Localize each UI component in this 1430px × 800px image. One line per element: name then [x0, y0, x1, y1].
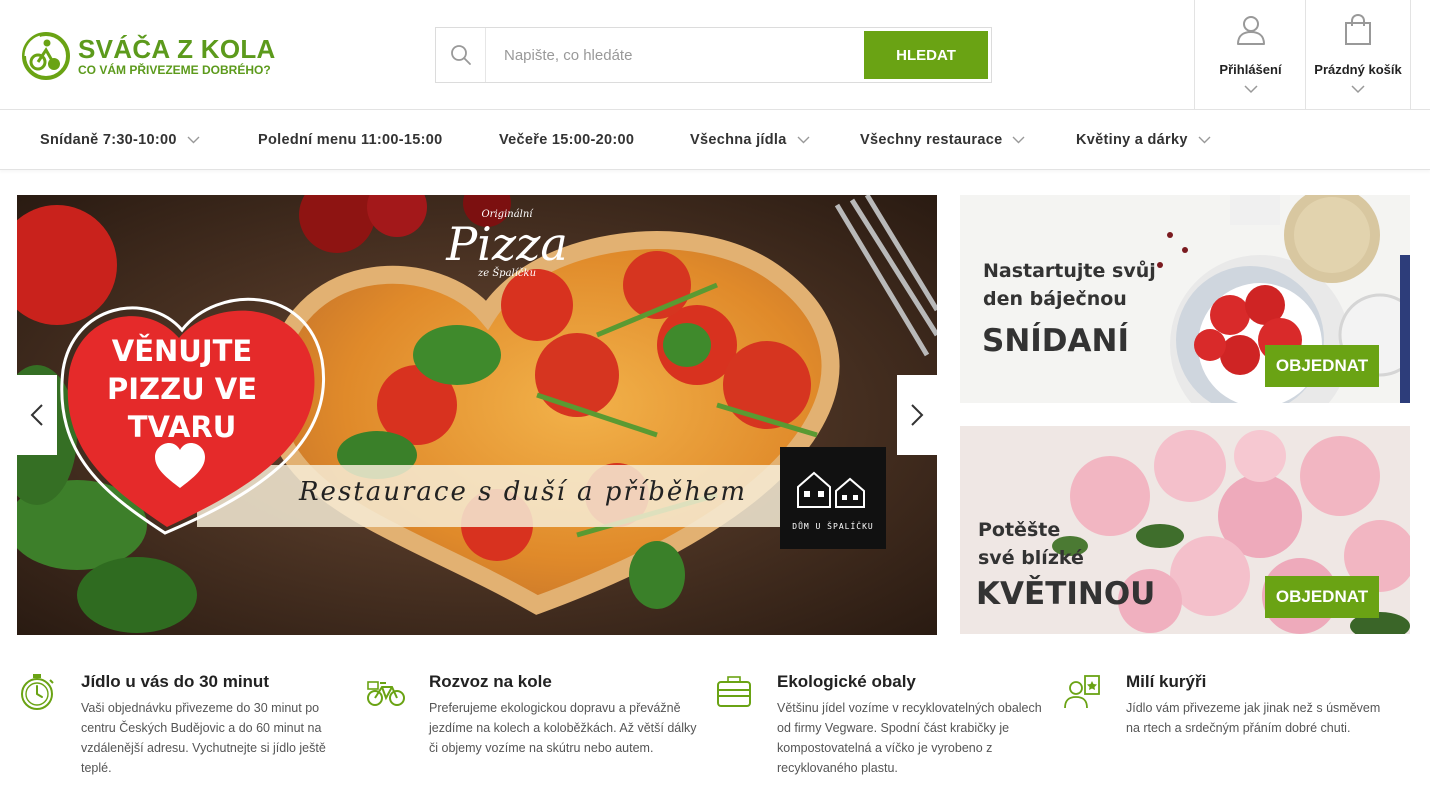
hero-script-text: Restaurace s duší a příběhem [298, 477, 748, 507]
nav-item-label: Všechny restaurace [860, 132, 1003, 148]
search-button[interactable]: HLEDAT [864, 31, 988, 79]
chevron-right-icon [911, 404, 924, 426]
promo-line2: své blízké [978, 547, 1084, 569]
nav-item-label: Snídaně 7:30-10:00 [40, 132, 177, 148]
feature-title: Ekologické obaly [777, 672, 916, 691]
feature-text: Většinu jídel vozíme v recyklovatelných … [777, 701, 1042, 775]
nav-item-label: Polední menu 11:00-15:00 [258, 132, 443, 148]
hero-heart-line: PIZZU VE [107, 372, 257, 406]
pizza-brand-logo: Originální Pizza ze Špalíčku [437, 209, 577, 279]
house-icon [797, 471, 865, 508]
login-label: Přihlášení [1219, 62, 1282, 77]
promo-big-text: SNÍDANÍ [982, 323, 1130, 359]
feature-title: Rozvoz na kole [429, 672, 552, 691]
pizza-brand-big: Pizza [446, 217, 568, 271]
chevron-down-icon [1351, 81, 1365, 99]
slider-next-button[interactable] [897, 375, 937, 455]
feature-text: Preferujeme ekologickou dopravu a převáž… [429, 701, 697, 755]
food-box-icon [714, 672, 754, 712]
login-button[interactable]: Přihlášení [1194, 0, 1306, 110]
order-flowers-button[interactable]: OBJEDNAT [1265, 576, 1379, 618]
feature-text: Jídlo vám přivezeme jak jinak než s úsmě… [1126, 701, 1381, 735]
chevron-down-icon [1243, 81, 1258, 99]
logo-tagline: CO VÁM PŘIVEZEME DOBRÉHO? [78, 63, 271, 77]
promo-line1: Nastartujte svůj [983, 260, 1156, 282]
promo-flowers[interactable]: Potěšte své blízké KVĚTINOU OBJEDNAT [960, 426, 1410, 634]
nav-item-label: Květiny a dárky [1076, 132, 1188, 148]
nav-item-flowers-gifts[interactable]: Květiny a dárky [1076, 110, 1211, 170]
search-bar: HLEDAT [435, 27, 992, 83]
main-nav: Snídaně 7:30-10:00 Polední menu 11:00-15… [0, 110, 1430, 170]
promo-breakfast[interactable]: Nastartujte svůj den báječnou SNÍDANÍ OB… [960, 195, 1410, 403]
restaurant-logo: DŮM U ŠPALÍČKU [780, 447, 886, 549]
promo-big-text: KVĚTINOU [976, 576, 1156, 612]
stopwatch-icon [18, 672, 58, 712]
nav-item-all-meals[interactable]: Všechna jídla [690, 110, 810, 170]
chevron-down-icon [1198, 136, 1211, 144]
logo-title: SVÁČA Z KOLA [78, 34, 276, 64]
hero-heart-line: TVARU [127, 410, 237, 444]
hero-slider[interactable]: Originální Pizza ze Špalíčku VĚNUJTE PIZ… [17, 195, 937, 635]
site-logo[interactable]: SVÁČA Z KOLA CO VÁM PŘIVEZEME DOBRÉHO? [20, 26, 280, 86]
cart-button[interactable]: Prázdný košík [1305, 0, 1411, 110]
chevron-down-icon [797, 136, 810, 144]
nav-item-all-restaurants[interactable]: Všechny restaurace [860, 110, 1025, 170]
hero-heart-line: VĚNUJTE [111, 334, 253, 368]
search-icon[interactable] [436, 28, 486, 82]
hero-heart-text: VĚNUJTE PIZZU VE TVARU [87, 332, 277, 446]
nav-item-label: Všechna jídla [690, 132, 787, 148]
shopping-bag-icon [1344, 13, 1372, 48]
user-icon [1235, 14, 1267, 48]
site-header: SVÁČA Z KOLA CO VÁM PŘIVEZEME DOBRÉHO? H… [0, 0, 1430, 110]
restaurant-logo-caption: DŮM U ŠPALÍČKU [792, 522, 874, 531]
feature-title: Milí kurýři [1126, 672, 1207, 691]
order-breakfast-button[interactable]: OBJEDNAT [1265, 345, 1379, 387]
nav-item-lunch[interactable]: Polední menu 11:00-15:00 [258, 110, 443, 170]
search-input[interactable] [486, 28, 864, 82]
chevron-down-icon [187, 136, 200, 144]
bicycle-icon [366, 672, 406, 712]
nav-item-breakfast[interactable]: Snídaně 7:30-10:00 [40, 110, 200, 170]
promo-line1: Potěšte [978, 519, 1061, 541]
cart-label: Prázdný košík [1314, 62, 1402, 77]
promo-line2: den báječnou [983, 288, 1127, 310]
nav-item-label: Večeře 15:00-20:00 [499, 132, 635, 148]
feature-title: Jídlo u vás do 30 minut [81, 672, 269, 691]
bike-logo-icon [20, 30, 72, 82]
courier-icon [1063, 672, 1103, 712]
nav-item-dinner[interactable]: Večeře 15:00-20:00 [499, 110, 634, 170]
slider-prev-button[interactable] [17, 375, 57, 455]
chevron-left-icon [30, 404, 43, 426]
feature-text: Vaši objednávku přivezeme do 30 minut po… [81, 701, 326, 775]
chevron-down-icon [1012, 136, 1025, 144]
